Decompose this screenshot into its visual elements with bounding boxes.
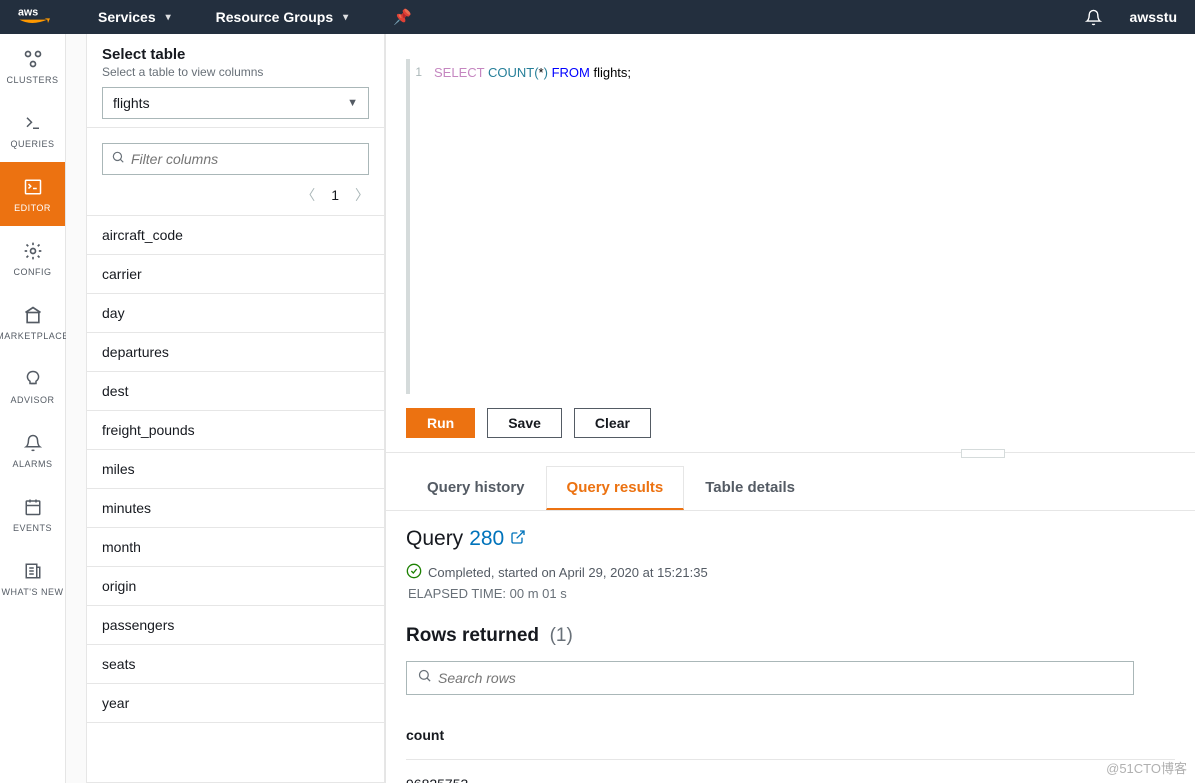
- sidebar-item-events[interactable]: EVENTS: [0, 482, 65, 546]
- page-prev[interactable]: 〈: [301, 185, 315, 205]
- nav-services-label: Services: [98, 9, 156, 25]
- advisor-icon: [24, 367, 42, 391]
- search-icon: [417, 668, 432, 688]
- column-item[interactable]: seats: [87, 645, 384, 684]
- content: 1 SELECT COUNT(*) FROM flights; Run Save…: [386, 34, 1195, 783]
- clusters-icon: [23, 47, 43, 71]
- rows-returned-label: Rows returned: [406, 625, 539, 646]
- watermark: @51CTO博客: [1106, 758, 1187, 777]
- results-panel: Query 280 Completed, started on April 29…: [386, 511, 1195, 783]
- tab-query-history[interactable]: Query history: [406, 466, 546, 510]
- sidebar-item-label: MARKETPLACE: [0, 331, 69, 341]
- column-item[interactable]: dest: [87, 372, 384, 411]
- column-item[interactable]: day: [87, 294, 384, 333]
- sidebar-item-config[interactable]: CONFIG: [0, 226, 65, 290]
- column-item[interactable]: carrier: [87, 255, 384, 294]
- sidebar-item-label: ALARMS: [12, 459, 52, 469]
- sidebar-item-label: ADVISOR: [10, 395, 54, 405]
- sidebar-item-editor[interactable]: EDITOR: [0, 162, 65, 226]
- filter-columns-input[interactable]: [102, 143, 369, 175]
- search-rows-input[interactable]: [406, 661, 1134, 695]
- sidebar-item-clusters[interactable]: CLUSTERS: [0, 34, 65, 98]
- marketplace-icon: [23, 303, 43, 327]
- table-select-value: flights: [113, 95, 150, 111]
- sidebar-item-alarms[interactable]: ALARMS: [0, 418, 65, 482]
- column-item[interactable]: month: [87, 528, 384, 567]
- nav-user[interactable]: awsstu: [1130, 9, 1177, 25]
- result-header: count: [406, 717, 1175, 760]
- select-table-title: Select table: [102, 46, 369, 63]
- tab-query-results[interactable]: Query results: [546, 466, 685, 510]
- sidebar-item-label: EVENTS: [13, 523, 52, 533]
- elapsed-time: ELAPSED TIME: 00 m 01 s: [408, 586, 1175, 601]
- columns-sidebar: Select table Select a table to view colu…: [66, 34, 386, 783]
- sql-code: SELECT COUNT(*) FROM flights;: [428, 65, 631, 80]
- column-item[interactable]: minutes: [87, 489, 384, 528]
- filter-columns-field[interactable]: [131, 151, 360, 167]
- line-number: 1: [410, 65, 428, 80]
- icon-sidebar: CLUSTERS QUERIES EDITOR CONFIG MARKETPLA…: [0, 34, 66, 783]
- external-link-icon[interactable]: [510, 527, 526, 551]
- query-label: Query: [406, 527, 463, 551]
- editor-buttons: Run Save Clear: [386, 394, 1195, 452]
- results-tabs: Query history Query results Table detail…: [386, 466, 1195, 511]
- news-icon: [24, 559, 42, 583]
- tab-table-details[interactable]: Table details: [684, 466, 816, 510]
- column-item[interactable]: aircraft_code: [87, 216, 384, 255]
- sidebar-item-advisor[interactable]: ADVISOR: [0, 354, 65, 418]
- queries-icon: [24, 111, 42, 135]
- column-item[interactable]: passengers: [87, 606, 384, 645]
- save-button[interactable]: Save: [487, 408, 562, 438]
- status-text: Completed, started on April 29, 2020 at …: [428, 565, 708, 580]
- dropdown-icon: ▼: [347, 97, 358, 109]
- sidebar-item-label: WHAT'S NEW: [1, 587, 63, 597]
- editor-icon: [23, 175, 43, 199]
- column-item[interactable]: freight_pounds: [87, 411, 384, 450]
- clear-button[interactable]: Clear: [574, 408, 651, 438]
- bell-icon: [24, 431, 42, 455]
- sidebar-item-label: CLUSTERS: [6, 75, 58, 85]
- sidebar-item-label: EDITOR: [14, 203, 51, 213]
- result-value: 96825753: [406, 760, 1175, 783]
- chevron-down-icon: ▾: [166, 12, 171, 23]
- select-table-subtitle: Select a table to view columns: [102, 65, 369, 79]
- run-button[interactable]: Run: [406, 408, 475, 438]
- sql-editor[interactable]: 1 SELECT COUNT(*) FROM flights;: [386, 34, 1195, 394]
- column-item[interactable]: departures: [87, 333, 384, 372]
- page-number: 1: [331, 187, 339, 203]
- aws-logo[interactable]: aws: [18, 5, 58, 29]
- search-icon: [111, 150, 125, 169]
- column-item[interactable]: origin: [87, 567, 384, 606]
- nav-resource-groups-label: Resource Groups: [216, 9, 333, 25]
- page-next[interactable]: 〉: [355, 185, 369, 205]
- svg-text:aws: aws: [18, 7, 38, 19]
- success-icon: [406, 563, 422, 582]
- pin-icon[interactable]: 📌: [393, 8, 412, 26]
- notifications-icon[interactable]: [1085, 9, 1102, 26]
- search-rows-field[interactable]: [438, 670, 1123, 686]
- nav-services[interactable]: Services ▾: [98, 9, 171, 25]
- rows-returned-count: (1): [550, 625, 573, 646]
- column-list: aircraft_code carrier day departures des…: [87, 216, 384, 782]
- sidebar-item-label: QUERIES: [10, 139, 54, 149]
- sidebar-item-whatsnew[interactable]: WHAT'S NEW: [0, 546, 65, 610]
- table-select[interactable]: flights ▼: [102, 87, 369, 119]
- query-id-link[interactable]: 280: [469, 527, 504, 551]
- sidebar-item-queries[interactable]: QUERIES: [0, 98, 65, 162]
- resize-handle[interactable]: [386, 452, 1195, 466]
- column-item[interactable]: miles: [87, 450, 384, 489]
- nav-resource-groups[interactable]: Resource Groups ▾: [216, 9, 349, 25]
- top-nav: aws Services ▾ Resource Groups ▾ 📌 awsst…: [0, 0, 1195, 34]
- column-item[interactable]: year: [87, 684, 384, 723]
- chevron-down-icon: ▾: [343, 12, 348, 23]
- sidebar-item-marketplace[interactable]: MARKETPLACE: [0, 290, 65, 354]
- gear-icon: [23, 239, 43, 263]
- sidebar-item-label: CONFIG: [14, 267, 52, 277]
- calendar-icon: [24, 495, 42, 519]
